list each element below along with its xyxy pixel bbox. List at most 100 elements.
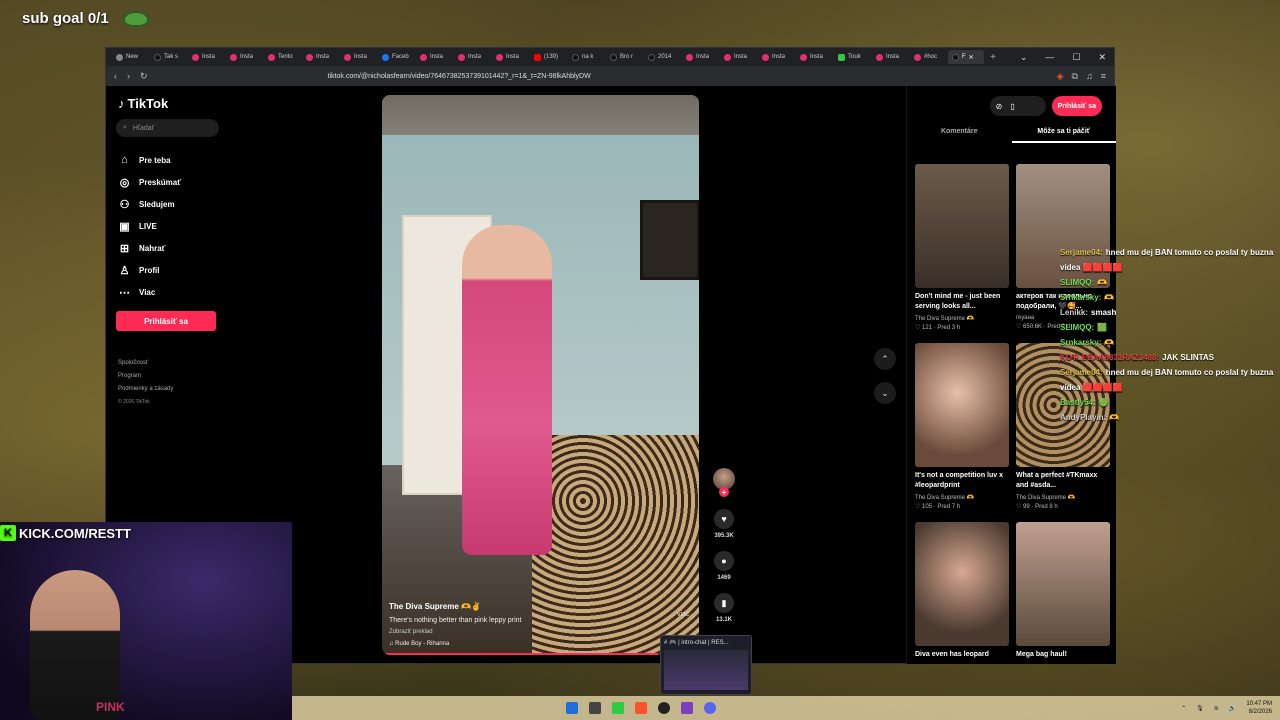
footer-link[interactable]: Podmienky a zásady (118, 383, 226, 396)
footer-link[interactable]: Spoločnosť (118, 357, 226, 370)
obs-icon[interactable] (658, 702, 670, 714)
clock[interactable]: 10:47 PM 8/2/2026 (1246, 700, 1272, 716)
browser-tab[interactable]: Faceb (378, 50, 414, 64)
chevron-up-icon[interactable]: ⌃ (1181, 705, 1186, 712)
instagram-favicon-icon (458, 53, 465, 61)
browser-tab[interactable]: Insta (340, 50, 376, 64)
heart-icon: ♡ (915, 504, 923, 510)
dropdown-icon[interactable]: ⌄ (1020, 52, 1028, 63)
browser-tab[interactable]: Insta (454, 50, 490, 64)
browser-tab-active[interactable]: F ✕ (948, 50, 984, 64)
video-card[interactable]: Diva even has leopard (915, 522, 1009, 695)
video-author[interactable]: The Diva Supreme 🫶✌️ (389, 602, 589, 611)
menu-icon[interactable]: ≡ (1101, 71, 1106, 82)
close-icon[interactable]: ✕ (1098, 52, 1106, 63)
brave-icon[interactable] (635, 702, 647, 714)
back-icon[interactable]: ‹ (114, 71, 117, 81)
more-link[interactable]: viac (677, 611, 689, 618)
tiktok-favicon-icon (154, 53, 161, 61)
browser-tab[interactable]: 2014 (644, 50, 680, 64)
discord-icon[interactable] (704, 702, 716, 714)
save-button[interactable]: ▮ (714, 593, 734, 613)
previous-video-button[interactable]: ⌃ (874, 348, 896, 370)
windows-start-icon[interactable] (566, 702, 578, 714)
browser-tab[interactable]: Bro r (606, 50, 642, 64)
app-icon[interactable] (681, 702, 693, 714)
like-button[interactable]: ♥ (714, 509, 734, 529)
search-input[interactable]: ⌕ Hľadať (116, 119, 219, 137)
video-music[interactable]: ♫ Rude Boy - Rihanna (389, 641, 589, 647)
video-frame-person (462, 225, 552, 555)
comment-button[interactable]: ● (714, 551, 734, 571)
system-tray: ⌃ 🎙 ≋ 🔊 10:47 PM 8/2/2026 (1181, 700, 1272, 716)
video-player[interactable]: The Diva Supreme 🫶✌️ There's nothing bet… (382, 95, 699, 655)
footer-link[interactable]: Program (118, 370, 226, 383)
chevron-up-icon: ⌃ (881, 353, 889, 364)
chat-message: Serjame04: hned mu dej BAN tomuto co posl… (1060, 248, 1274, 272)
coins-icon[interactable]: ⊘ (996, 102, 1003, 111)
extensions-icon[interactable]: ⧉ (1072, 71, 1078, 82)
nav-item-live[interactable]: ▣ LIVE (116, 215, 226, 237)
nav-item-for-you[interactable]: ⌂ Pre teba (116, 149, 226, 171)
browser-tab[interactable]: Tento (264, 50, 300, 64)
browser-tab[interactable]: New (112, 50, 148, 64)
browser-tab[interactable]: Insta (302, 50, 338, 64)
kick-app-icon[interactable] (612, 702, 624, 714)
device-icon[interactable]: ▯ (1010, 102, 1014, 111)
video-card[interactable]: Mega bag haul! (1016, 522, 1110, 695)
tiktok-logo[interactable]: ♪ TikTok (118, 96, 226, 111)
url-field[interactable]: tiktok.com/@nicholasfearn/video/76467382… (328, 73, 1047, 80)
browser-tab[interactable]: Insta (872, 50, 908, 64)
nav-item-following[interactable]: ⚇ Sledujem (116, 193, 226, 215)
reload-icon[interactable]: ↻ (140, 71, 148, 82)
media-icon[interactable]: ♫ (1086, 71, 1093, 82)
volume-icon[interactable]: 🔊 (1229, 705, 1236, 712)
browser-tab[interactable]: Insta (492, 50, 528, 64)
youtube-favicon-icon (534, 53, 541, 61)
follow-plus-icon[interactable]: + (719, 487, 729, 497)
browser-tab[interactable]: Insta (226, 50, 262, 64)
browser-tab[interactable]: Insta (720, 50, 756, 64)
nav-item-upload[interactable]: ⊞ Nahrať (116, 237, 226, 259)
minimize-icon[interactable]: — (1045, 52, 1054, 63)
kick-favicon-icon (838, 53, 845, 61)
browser-tab[interactable]: Insta (796, 50, 832, 64)
nav-item-profile[interactable]: ♙ Profil (116, 259, 226, 281)
close-tab-icon[interactable]: ✕ (969, 54, 974, 61)
maximize-icon[interactable]: ☐ (1072, 52, 1080, 63)
video-card[interactable]: It's not a competition luv x #leopardpri… (915, 343, 1009, 516)
nav-item-more[interactable]: ⋯ Viac (116, 281, 226, 303)
video-thumbnail (1016, 522, 1110, 646)
video-card[interactable]: Don't mind me - just been serving looks … (915, 164, 1009, 337)
video-progress-bar[interactable] (382, 653, 699, 655)
brave-shield-icon[interactable]: ◈ (1057, 71, 1064, 82)
browser-tab[interactable]: Touk (834, 50, 870, 64)
following-icon: ⚇ (119, 198, 130, 211)
browser-tab[interactable]: Insta (682, 50, 718, 64)
browser-tab[interactable]: #hoc (910, 50, 946, 64)
login-button[interactable]: Prihlásiť sa (116, 311, 216, 331)
instagram-favicon-icon (192, 53, 199, 61)
taskbar-preview-popup[interactable]: # 🎮 | intro-chat | RES... (660, 635, 752, 695)
like-count: 395.3K (714, 533, 734, 539)
wifi-icon[interactable]: ≋ (1214, 705, 1219, 712)
forward-icon[interactable]: › (127, 71, 130, 81)
instagram-favicon-icon (800, 53, 807, 61)
header-login-button[interactable]: Prihlásiť sa (1051, 96, 1102, 116)
new-tab-button[interactable]: + (986, 52, 1000, 63)
task-view-icon[interactable] (589, 702, 601, 714)
next-video-button[interactable]: ⌄ (874, 382, 896, 404)
nav-item-explore[interactable]: ◎ Preskúmať (116, 171, 226, 193)
browser-tab[interactable]: na k (568, 50, 604, 64)
translate-link[interactable]: Zobraziť preklad (389, 629, 589, 635)
tab-you-may-like[interactable]: Môže sa ti páčiť (1011, 122, 1116, 143)
heart-icon: ♡ (1016, 504, 1024, 510)
browser-tab[interactable]: Tak s (150, 50, 186, 64)
browser-tab[interactable]: Insta (188, 50, 224, 64)
sub-goal-overlay: sub goal 0/1 (22, 10, 149, 27)
tab-comments[interactable]: Komentáre (907, 122, 1012, 143)
browser-tab[interactable]: (139) (530, 50, 566, 64)
mic-icon[interactable]: 🎙 (1196, 705, 1204, 712)
browser-tab[interactable]: Insta (758, 50, 794, 64)
browser-tab[interactable]: Insta (416, 50, 452, 64)
